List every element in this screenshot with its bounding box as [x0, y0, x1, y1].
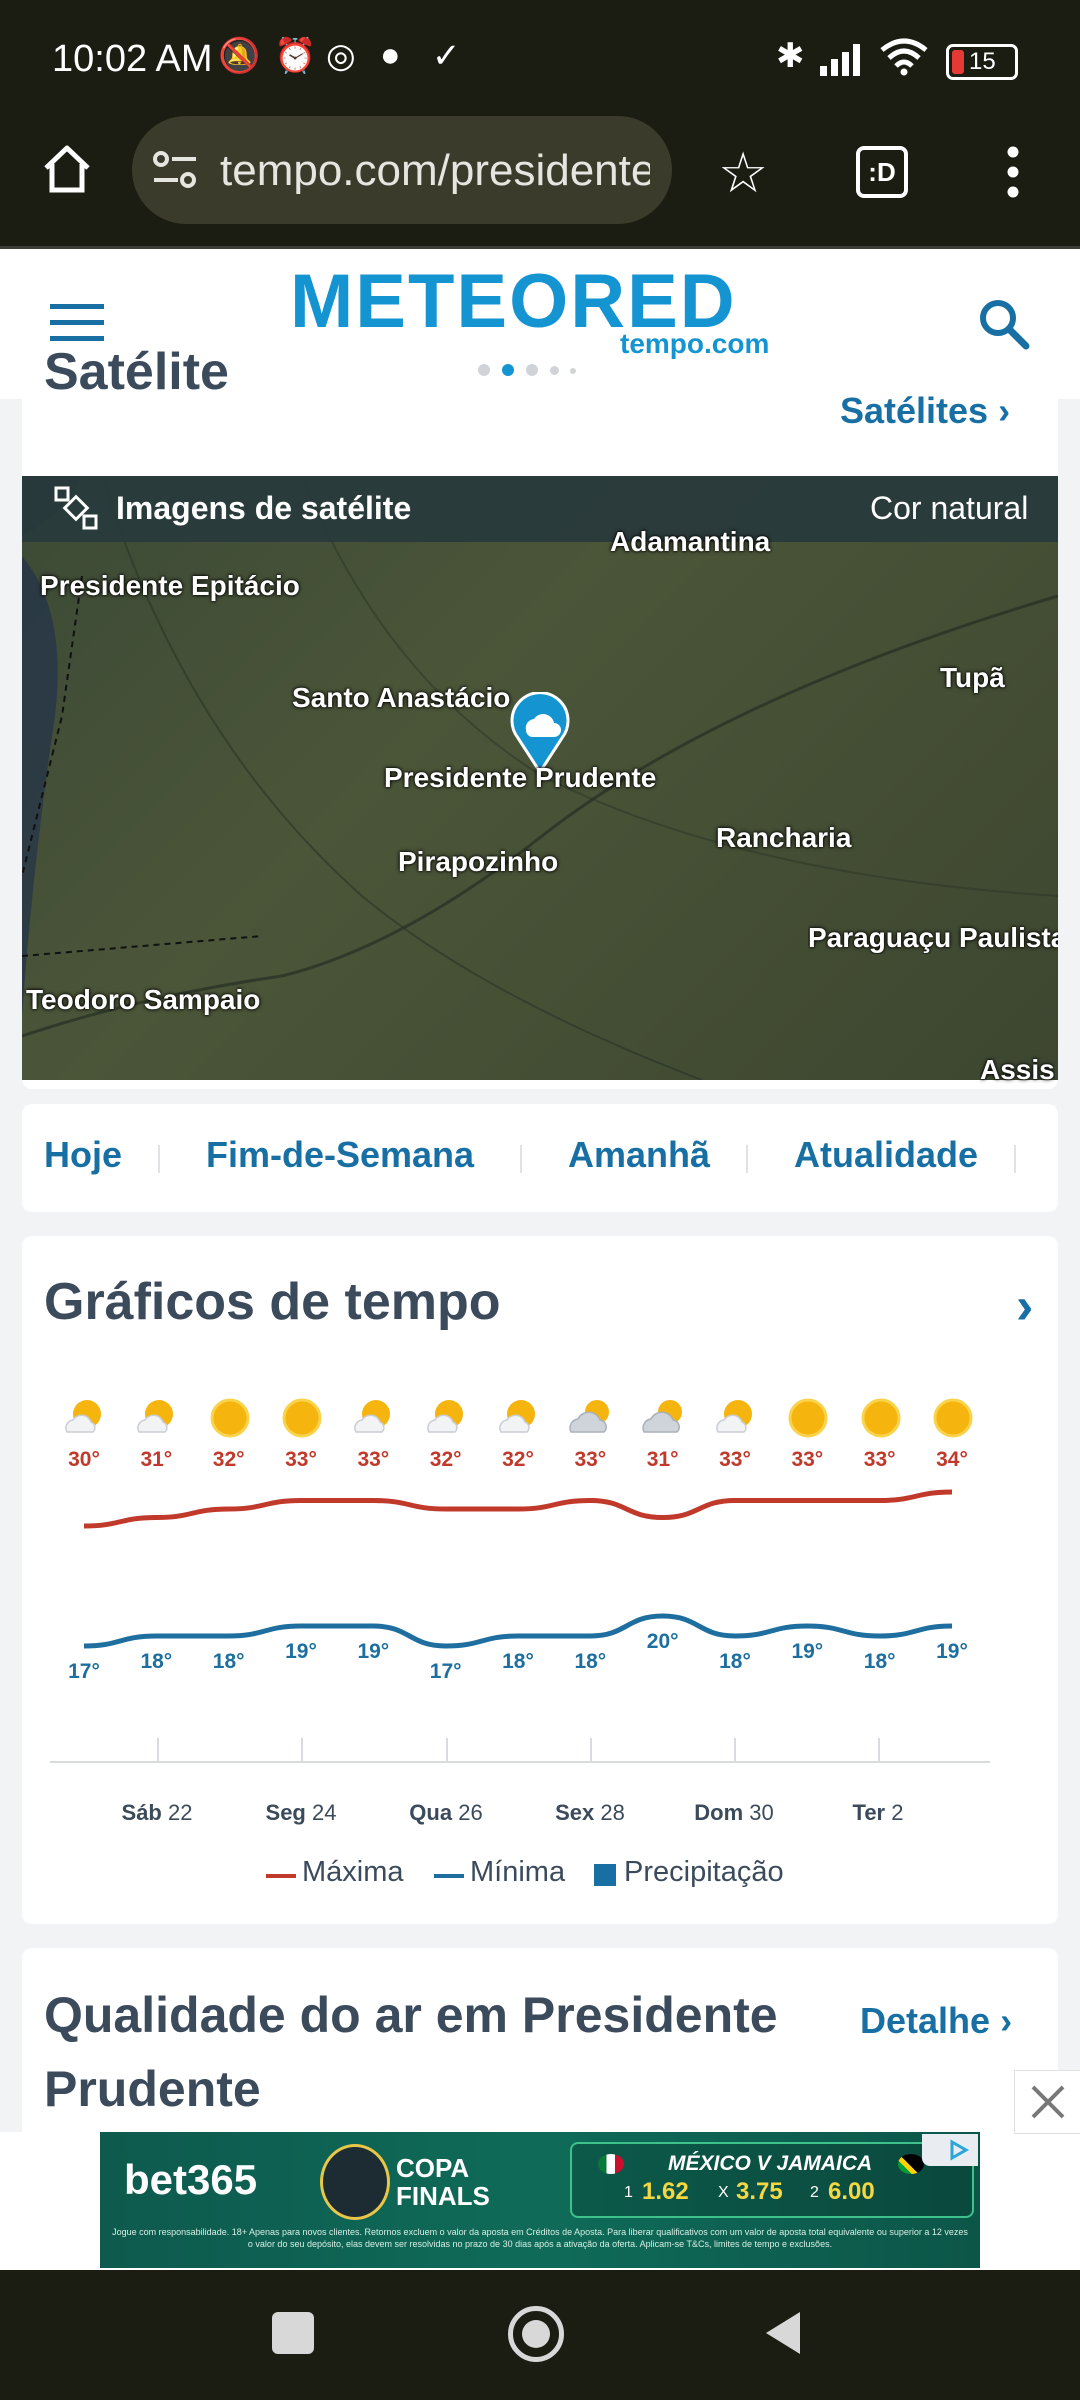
min-temp-label: 19° [791, 1640, 824, 1663]
min-temp-label: 17° [429, 1660, 462, 1683]
cloudy-sun-icon [641, 1396, 684, 1438]
max-temp-label: 30° [68, 1448, 100, 1471]
legend-swatch-min [434, 1874, 464, 1878]
max-temp-label: 33° [863, 1448, 896, 1471]
oddx-label: X [718, 2184, 729, 2201]
max-temp-label: 31° [140, 1448, 173, 1471]
min-temp-label: 18° [502, 1650, 534, 1673]
close-icon[interactable] [1015, 2071, 1080, 2133]
odd2-value[interactable]: 6.00 [828, 2178, 875, 2206]
legend-max: Máxima [302, 1856, 404, 1888]
odd2-label: 2 [810, 2184, 819, 2201]
max-temp-label: 33° [285, 1448, 317, 1471]
air-quality-detail-link[interactable]: Detalhe › [860, 2000, 1012, 2042]
air-quality-title-line2: Prudente [44, 2061, 261, 2117]
legend-precip: Precipitação [624, 1856, 784, 1888]
day-tick-mark [878, 1738, 880, 1762]
legend-min: Mínima [470, 1856, 566, 1888]
mexico-flag-icon [598, 2154, 624, 2174]
air-quality-card [22, 1948, 1058, 2148]
sunny-icon [931, 1396, 973, 1438]
air-quality-title-line1: Qualidade do ar em Presidente [44, 1987, 778, 2043]
home-button[interactable] [508, 2306, 564, 2362]
day-tick-mark [734, 1738, 736, 1762]
ad-close-button[interactable] [1014, 2070, 1080, 2134]
max-temp-label: 32° [502, 1448, 534, 1471]
min-temp-label: 18° [574, 1650, 607, 1673]
min-temp-label: 20° [646, 1630, 679, 1653]
sunny-icon [280, 1396, 322, 1438]
legend-swatch-precip [594, 1864, 616, 1886]
min-temp-label: 19° [357, 1640, 390, 1663]
sunny-icon [786, 1396, 828, 1438]
ad-brand[interactable]: bet365 [124, 2156, 257, 2204]
adchoices-icon[interactable] [922, 2134, 978, 2166]
day-tick-label: Seg 24 [241, 1800, 361, 1826]
legend-swatch-max [266, 1874, 296, 1878]
day-number: 2 [885, 1800, 904, 1825]
day-number: 26 [452, 1800, 483, 1825]
jamaica-flag-icon [898, 2154, 924, 2174]
min-temp-label: 19° [285, 1640, 317, 1663]
day-name: Qua [409, 1800, 453, 1825]
day-number: 22 [161, 1800, 193, 1825]
cloudy-sun-icon [569, 1396, 611, 1438]
sunny-icon [208, 1396, 250, 1438]
odd1-value[interactable]: 1.62 [642, 2178, 689, 2206]
sunny-icon [859, 1396, 901, 1438]
max-temp-label: 31° [646, 1448, 679, 1471]
recents-button[interactable] [272, 2312, 314, 2354]
day-tick-mark [590, 1738, 592, 1762]
oddx-value[interactable]: 3.75 [736, 2178, 783, 2206]
ad-promo-line2: FINALS [396, 2181, 490, 2211]
max-temp-label: 33° [574, 1448, 607, 1471]
max-temp-label: 32° [429, 1448, 462, 1471]
max-temperature-line [83, 1489, 953, 1529]
min-temp-label: 18° [719, 1650, 751, 1673]
day-tick-label: Ter 2 [818, 1800, 938, 1826]
partly-cloudy-icon [63, 1396, 105, 1438]
day-number: 28 [594, 1800, 625, 1825]
partly-cloudy-icon [714, 1396, 756, 1438]
day-name: Seg [265, 1800, 306, 1825]
trophy-badge-icon [320, 2144, 390, 2220]
min-temp-label: 18° [863, 1650, 896, 1673]
max-temp-label: 34° [936, 1448, 968, 1471]
day-name: Dom [694, 1800, 744, 1825]
min-temp-label: 17° [68, 1660, 100, 1683]
day-tick-label: Sex 28 [530, 1800, 650, 1826]
ad-brand-text[interactable]: bet365 [124, 2156, 257, 2203]
day-name: Sex [555, 1800, 595, 1825]
day-tick-label: Qua 26 [386, 1800, 506, 1826]
odd1-label: 1 [624, 2184, 633, 2201]
max-temp-label: 33° [791, 1448, 824, 1471]
partly-cloudy-icon [425, 1396, 467, 1438]
day-name: Ter [852, 1800, 886, 1825]
min-temp-label: 18° [140, 1650, 173, 1673]
ad-match: MÉXICO V JAMAICA [668, 2152, 873, 2175]
max-temp-label: 33° [357, 1448, 390, 1471]
partly-cloudy-icon [497, 1396, 539, 1438]
ad-promo: COPA FINALS [396, 2154, 490, 2210]
day-tick-label: Dom 30 [674, 1800, 794, 1826]
back-button[interactable] [760, 2308, 804, 2363]
ad-disclaimer: Jogue com responsabilidade. 18+ Apenas p… [112, 2227, 968, 2249]
day-name: Sáb [121, 1800, 162, 1825]
day-tick-label: Sáb 22 [97, 1800, 217, 1826]
max-temp-label: 32° [212, 1448, 245, 1471]
day-number: 30 [743, 1800, 774, 1825]
min-temp-label: 18° [212, 1650, 245, 1673]
partly-cloudy-icon [135, 1396, 177, 1438]
min-temp-label: 19° [936, 1640, 968, 1663]
chevron-right-icon: › [1000, 2000, 1013, 2041]
partly-cloudy-icon [352, 1396, 394, 1438]
day-number: 24 [305, 1800, 337, 1825]
day-tick-mark [157, 1738, 159, 1762]
detail-link-text[interactable]: Detalhe [860, 2000, 990, 2041]
ad-promo-line1: COPA [396, 2153, 470, 2183]
day-tick-mark [301, 1738, 303, 1762]
max-temp-label: 33° [719, 1448, 751, 1471]
day-tick-mark [446, 1738, 448, 1762]
